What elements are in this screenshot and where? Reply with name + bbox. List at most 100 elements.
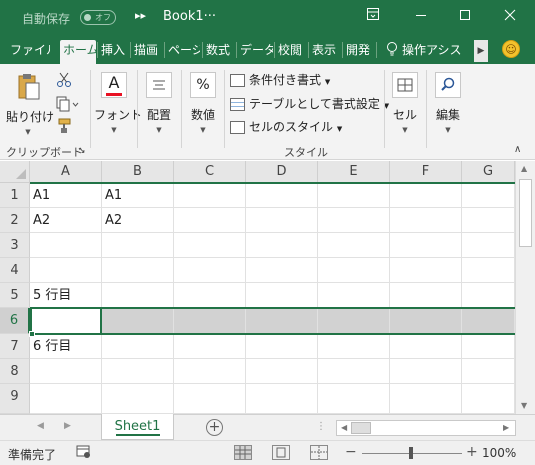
cell[interactable]: [102, 384, 174, 414]
cell-selected[interactable]: [318, 308, 390, 334]
column-header[interactable]: E: [318, 161, 390, 183]
column-header[interactable]: C: [174, 161, 246, 183]
cell[interactable]: [30, 233, 102, 258]
row-header[interactable]: 8: [0, 359, 30, 384]
column-header[interactable]: B: [102, 161, 174, 183]
sheet-tab-sheet1[interactable]: Sheet1: [101, 414, 174, 440]
close-icon[interactable]: [497, 5, 523, 29]
zoom-out-icon[interactable]: −: [345, 444, 357, 460]
cut-icon[interactable]: [56, 72, 72, 92]
cells-button[interactable]: セル ▼: [388, 72, 422, 134]
tab-split-handle[interactable]: ⋮: [316, 421, 327, 432]
cell-selected[interactable]: [102, 308, 174, 334]
cell[interactable]: [318, 334, 390, 359]
cell[interactable]: [318, 384, 390, 414]
cell-a5[interactable]: 5 行目: [30, 283, 102, 308]
row-header[interactable]: 3: [0, 233, 30, 258]
cell-b2[interactable]: A2: [102, 208, 174, 233]
cell[interactable]: [174, 283, 246, 308]
paste-button[interactable]: 貼り付け ▼: [6, 72, 54, 136]
tell-me-search[interactable]: 操作アシス: [402, 40, 472, 64]
cell-a2[interactable]: A2: [30, 208, 102, 233]
editing-button[interactable]: 編集 ▼: [430, 72, 466, 134]
cell[interactable]: [318, 233, 390, 258]
column-header[interactable]: F: [390, 161, 462, 183]
cell-a1[interactable]: A1: [30, 183, 102, 208]
cell[interactable]: [30, 359, 102, 384]
cell[interactable]: [390, 384, 462, 414]
cell[interactable]: [462, 334, 515, 359]
vertical-scrollbar[interactable]: ▲ ▼: [515, 161, 535, 414]
row-header[interactable]: 4: [0, 258, 30, 283]
cell[interactable]: [462, 384, 515, 414]
cell[interactable]: [462, 208, 515, 233]
row-header[interactable]: 7: [0, 334, 30, 359]
cell[interactable]: [462, 183, 515, 208]
cell[interactable]: [462, 233, 515, 258]
cell[interactable]: [102, 283, 174, 308]
vertical-scroll-thumb[interactable]: [519, 179, 532, 247]
collapse-ribbon-icon[interactable]: ∧: [514, 144, 521, 155]
tab-page-layout[interactable]: ページ: [168, 40, 200, 64]
row-header[interactable]: 2: [0, 208, 30, 233]
column-header[interactable]: G: [462, 161, 515, 183]
cell[interactable]: [174, 208, 246, 233]
tab-scroll-right-icon[interactable]: ▶: [474, 40, 488, 62]
cell[interactable]: [390, 283, 462, 308]
cell[interactable]: [102, 258, 174, 283]
autosave-toggle[interactable]: オフ: [80, 10, 116, 25]
row-header-selected[interactable]: 6: [0, 308, 30, 334]
cell[interactable]: [318, 183, 390, 208]
scroll-down-icon[interactable]: ▼: [521, 401, 527, 410]
column-header[interactable]: D: [246, 161, 318, 183]
tab-developer[interactable]: 開発: [346, 40, 374, 64]
copy-icon[interactable]: [56, 96, 80, 116]
scroll-up-icon[interactable]: ▲: [521, 164, 527, 173]
cell[interactable]: [246, 384, 318, 414]
dialog-launcher-icon[interactable]: ↘: [78, 146, 86, 156]
cell[interactable]: [246, 334, 318, 359]
cell[interactable]: [462, 258, 515, 283]
cell[interactable]: [102, 334, 174, 359]
qat-more-icon[interactable]: ▸▸: [135, 9, 146, 22]
page-layout-view-icon[interactable]: [272, 445, 290, 460]
cell-selected[interactable]: [462, 308, 515, 334]
cell[interactable]: [30, 258, 102, 283]
format-as-table-button[interactable]: テーブルとして書式設定 ▼: [230, 94, 389, 114]
conditional-formatting-button[interactable]: 条件付き書式 ▼: [230, 70, 330, 90]
select-all-corner[interactable]: [0, 161, 30, 183]
cell[interactable]: [390, 183, 462, 208]
cell[interactable]: [390, 208, 462, 233]
cell[interactable]: [246, 258, 318, 283]
cell[interactable]: [318, 283, 390, 308]
cell[interactable]: [462, 283, 515, 308]
cell[interactable]: [390, 334, 462, 359]
zoom-level[interactable]: 100%: [482, 446, 516, 460]
cell[interactable]: [174, 359, 246, 384]
format-painter-icon[interactable]: [56, 118, 72, 138]
cell[interactable]: [102, 359, 174, 384]
row-header[interactable]: 5: [0, 283, 30, 308]
cell-styles-button[interactable]: セルのスタイル ▼: [230, 117, 342, 137]
add-sheet-icon[interactable]: +: [206, 419, 223, 436]
cell-selected[interactable]: [246, 308, 318, 334]
tab-view[interactable]: 表示: [312, 40, 340, 64]
cell[interactable]: [246, 183, 318, 208]
font-button[interactable]: A フォント ▼: [94, 72, 142, 134]
cell[interactable]: [246, 208, 318, 233]
row-header[interactable]: 1: [0, 183, 30, 208]
tab-data[interactable]: データ: [240, 40, 273, 64]
cell[interactable]: [318, 208, 390, 233]
smiley-feedback-icon[interactable]: ☺: [502, 40, 520, 58]
worksheet-grid[interactable]: A B C D E F G 1 A1 A1 2 A2 A2 3 4 5 5 行目…: [0, 161, 535, 414]
cell[interactable]: [246, 283, 318, 308]
tab-review[interactable]: 校閲: [278, 40, 306, 64]
sheet-nav-next-icon[interactable]: ▶: [64, 421, 71, 431]
cell[interactable]: [318, 359, 390, 384]
tab-insert[interactable]: 挿入: [101, 40, 128, 64]
active-cell-a6[interactable]: [30, 307, 102, 335]
cell[interactable]: [246, 233, 318, 258]
cell[interactable]: [246, 359, 318, 384]
macro-record-icon[interactable]: [76, 445, 92, 462]
tab-file[interactable]: ファイル: [10, 40, 50, 64]
